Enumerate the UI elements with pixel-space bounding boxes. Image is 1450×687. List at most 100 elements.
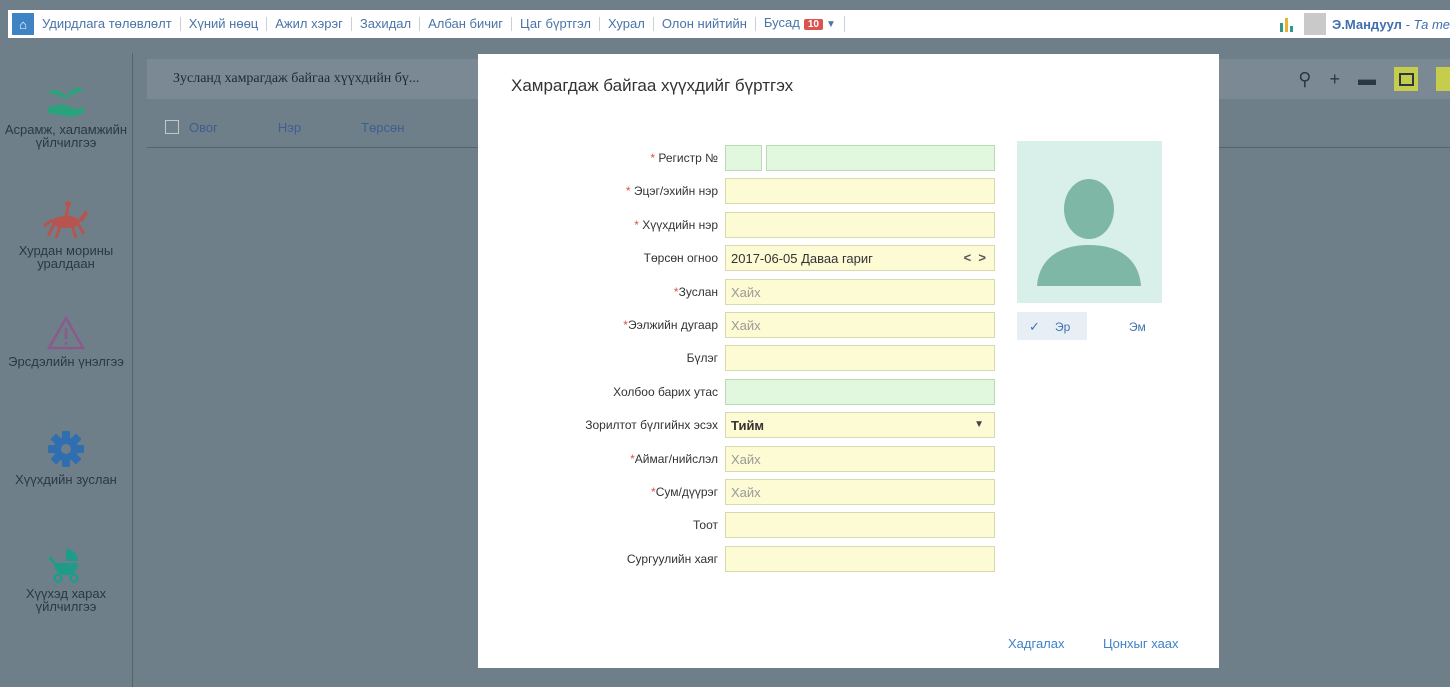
user-name-text: Э.Мандуул — [1332, 16, 1402, 32]
notification-badge: 10 — [803, 19, 823, 30]
district-label-text: Сум/дүүрэг — [655, 485, 718, 499]
breadcrumb: Зусланд хамрагдаж байгаа хүүхдийн бү... — [173, 71, 420, 86]
nav-item-planning[interactable]: Удирдлага төлөвлөлт — [34, 17, 181, 31]
toolbar: ⚲ + ▬ — [1298, 59, 1450, 99]
nav-item-letters[interactable]: Захидал — [352, 17, 421, 31]
school-address-label: Сургуулийн хаяг — [626, 552, 718, 566]
save-button[interactable]: Хадгалах — [1008, 636, 1065, 651]
camp-label-text: Зуслан — [678, 285, 718, 299]
photo-placeholder[interactable] — [1017, 141, 1162, 303]
register-label-text: Регистр № — [658, 151, 718, 165]
select-all-checkbox[interactable] — [165, 120, 179, 134]
required-mark: * — [634, 218, 639, 232]
column-header-birthdate[interactable]: Төрсөн — [361, 120, 404, 135]
user-box[interactable]: Э.Мандуул - Та те — [1280, 10, 1450, 38]
user-name[interactable]: Э.Мандуул - Та те — [1332, 17, 1450, 32]
close-dialog-button[interactable]: Цонхыг хаах — [1103, 636, 1179, 651]
group-label: Бүлэг — [686, 351, 718, 365]
register-prefix-input[interactable] — [725, 145, 762, 171]
gender-female-option[interactable]: Эм — [1129, 320, 1146, 334]
stroller-icon — [48, 549, 79, 583]
birth-date-label: Төрсөн огноо — [643, 251, 718, 265]
sidebar-item-child-camp[interactable]: Хүүхдийн зуслан — [0, 429, 132, 486]
shift-label-text: Ээлжийн дугаар — [627, 318, 718, 332]
sidebar-label-care: Асрамж, халамжийн үйлчилгээ — [4, 122, 128, 150]
user-avatar[interactable] — [1304, 13, 1326, 35]
column-header-name[interactable]: Нэр — [278, 120, 301, 135]
print-icon[interactable]: ▬ — [1358, 69, 1376, 90]
dropdown-arrow-icon: ▼ — [974, 419, 984, 430]
nav-item-official-docs[interactable]: Албан бичиг — [420, 17, 513, 31]
district-search-input[interactable]: Хайх — [725, 479, 995, 505]
add-icon[interactable]: + — [1329, 69, 1340, 90]
birth-date-input[interactable]: 2017-06-05 Даваа гариг < > — [725, 245, 995, 271]
sidebar-label-childcare: Хүүхэд харах үйлчилгээ — [25, 586, 107, 614]
hand-plant-icon — [48, 87, 84, 117]
checkmark-icon: ✓ — [1029, 319, 1040, 334]
gender-male-option[interactable]: ✓ Эр — [1017, 312, 1087, 340]
birth-date-value: 2017-06-05 Даваа гариг — [731, 251, 873, 266]
search-icon[interactable]: ⚲ — [1298, 69, 1311, 90]
gear-icon — [48, 431, 84, 467]
province-label: *Аймаг/нийслэл — [478, 452, 718, 466]
nav-item-more[interactable]: Бусад 10 ▼ — [756, 16, 845, 32]
camp-label: *Зуслан — [478, 285, 718, 299]
parent-name-label: * Эцэг/эхийн нэр — [478, 184, 718, 198]
sidebar-item-childcare[interactable]: Хүүхэд харах үйлчилгээ — [0, 545, 132, 613]
required-mark: * — [650, 151, 656, 165]
date-nav-arrows: < > — [964, 250, 986, 265]
group-input[interactable] — [725, 345, 995, 371]
gender-male-label: Эр — [1055, 320, 1071, 334]
child-name-label-text: Хүүхдийн нэр — [642, 218, 718, 232]
shift-placeholder: Хайх — [731, 318, 761, 333]
nav-item-hr[interactable]: Хүний нөөц — [181, 17, 268, 31]
nav-item-affairs[interactable]: Ажил хэрэг — [267, 17, 352, 31]
target-group-select[interactable]: Тийм ▼ — [725, 412, 995, 438]
district-placeholder: Хайх — [731, 485, 761, 500]
register-number-input[interactable] — [766, 145, 995, 171]
sidebar-label-risk: Эрсдэлийн үнэлгээ — [8, 354, 124, 369]
district-label: *Сум/дүүрэг — [478, 485, 718, 499]
nav-item-timesheet[interactable]: Цаг бүртгэл — [512, 17, 601, 31]
sidebar-label-child-camp: Хүүхдийн зуслан — [15, 472, 117, 487]
home-icon[interactable]: ⌂ — [12, 13, 34, 35]
apartment-label: Тоот — [693, 518, 718, 532]
child-name-input[interactable] — [725, 212, 995, 238]
camp-search-input[interactable]: Хайх — [725, 279, 995, 305]
register-child-dialog: Хамрагдаж байгаа хүүхдийг бүртгэх * Реги… — [478, 54, 1219, 668]
top-bar: ⌂ Удирдлага төлөвлөлт Хүний нөөц Ажил хэ… — [0, 0, 1450, 53]
close-panel-icon[interactable] — [1436, 67, 1450, 91]
sidebar-item-care[interactable]: Асрамж, халамжийн үйлчилгээ — [0, 83, 132, 149]
required-mark: * — [625, 184, 631, 198]
user-suffix-text: - Та те — [1401, 16, 1450, 32]
target-group-value: Тийм — [731, 418, 765, 433]
phone-input[interactable] — [725, 379, 995, 405]
school-address-input[interactable] — [725, 546, 995, 572]
nav-item-meeting[interactable]: Хурал — [600, 17, 654, 31]
nav-more-label: Бусад — [763, 15, 800, 30]
target-group-label: Зорилтот бүлгийнх эсэх — [585, 418, 718, 432]
sidebar-item-risk[interactable]: Эрсдэлийн үнэлгээ — [0, 315, 132, 368]
window-icon[interactable] — [1394, 67, 1418, 91]
date-next-icon[interactable]: > — [978, 250, 986, 265]
sidebar-item-horse-race[interactable]: Хурдан морины уралдаан — [0, 198, 132, 270]
parent-name-input[interactable] — [725, 178, 995, 204]
shift-label: *Ээлжийн дугаар — [478, 318, 718, 332]
province-placeholder: Хайх — [731, 452, 761, 467]
stats-icon[interactable] — [1280, 16, 1294, 32]
gender-toggle: ✓ Эр Эм — [1017, 312, 1162, 340]
top-navigation: ⌂ Удирдлага төлөвлөлт Хүний нөөц Ажил хэ… — [8, 10, 1450, 38]
date-prev-icon[interactable]: < — [964, 250, 972, 265]
horse-rider-icon — [43, 201, 88, 239]
province-search-input[interactable]: Хайх — [725, 446, 995, 472]
caret-down-icon: ▼ — [825, 19, 836, 30]
nav-item-public[interactable]: Олон нийтийн — [654, 17, 756, 31]
person-silhouette-icon — [1037, 179, 1141, 286]
dialog-title: Хамрагдаж байгаа хүүхдийг бүртгэх — [511, 76, 794, 95]
apartment-input[interactable] — [725, 512, 995, 538]
sidebar-label-horse-race: Хурдан морины уралдаан — [18, 243, 114, 271]
column-header-surname[interactable]: Овог — [189, 120, 218, 135]
warning-triangle-icon — [46, 315, 86, 350]
phone-label: Холбоо барих утас — [613, 385, 718, 399]
shift-search-input[interactable]: Хайх — [725, 312, 995, 338]
